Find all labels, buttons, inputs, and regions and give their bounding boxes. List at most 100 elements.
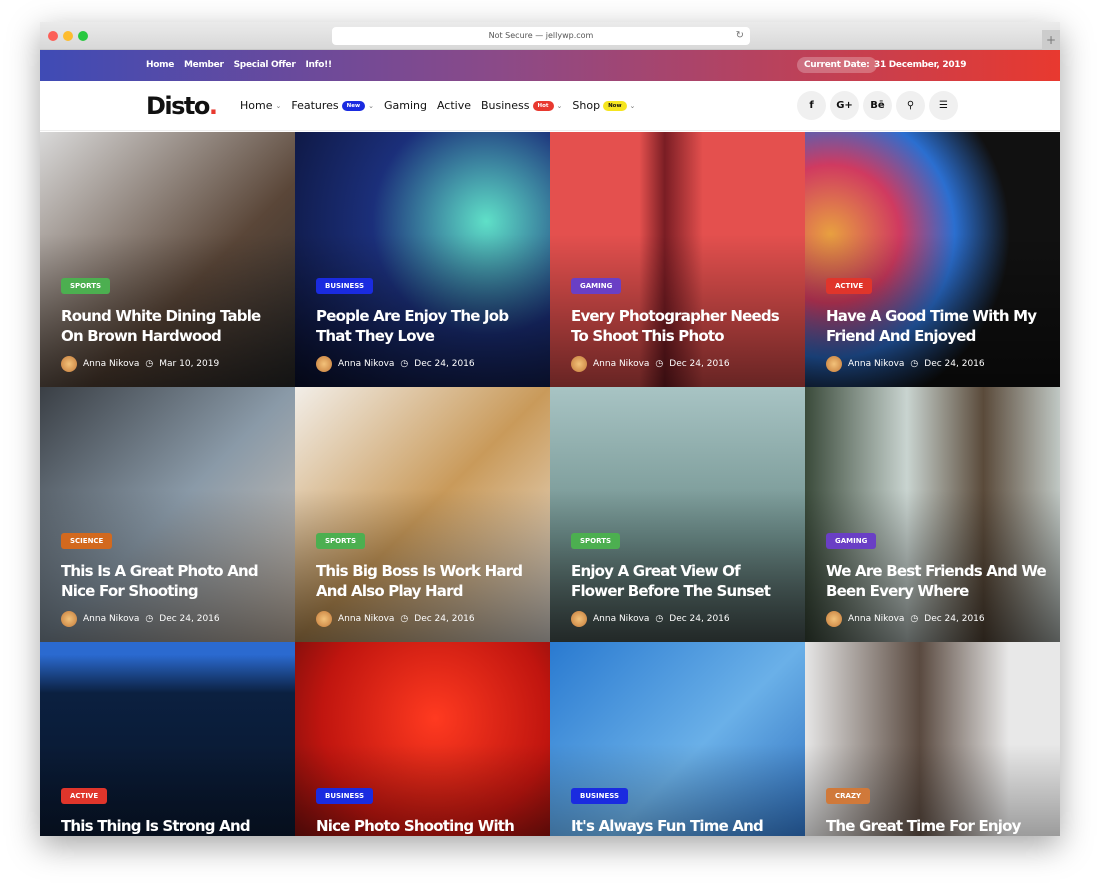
nav-label: Shop [572,99,601,112]
nav-item-business[interactable]: Business Hot ⌄ [481,99,562,112]
post-card[interactable]: BUSINESS Nice Photo Shooting With Hand Cl… [295,642,550,836]
category-badge[interactable]: SPORTS [571,533,621,549]
post-meta: Anna Nikova ◷ Dec 24, 2016 [61,611,283,627]
facebook-icon: f [809,100,814,111]
category-badge[interactable]: GAMING [571,278,622,294]
author-name[interactable]: Anna Nikova [848,614,904,624]
new-tab-button[interactable]: + [1042,30,1060,50]
post-meta: Anna Nikova ◷ Dec 24, 2016 [571,356,793,372]
post-card[interactable]: ACTIVE This Thing Is Strong And Make Your… [40,642,295,836]
category-badge[interactable]: CRAZY [826,788,871,804]
post-title[interactable]: Every Photographer Needs To Shoot This P… [571,306,793,346]
reload-icon[interactable]: ↻ [736,27,744,45]
site-header: Disto. Home ⌄ Features New ⌄ Gaming Active Busi… [40,81,1060,131]
nav-label: Features [291,99,339,112]
author-name[interactable]: Anna Nikova [83,359,139,369]
post-card[interactable]: BUSINESS People Are Enjoy The Job That Th… [295,132,550,387]
category-badge[interactable]: BUSINESS [316,788,374,804]
category-badge[interactable]: ACTIVE [61,788,108,804]
post-meta: Anna Nikova ◷ Dec 24, 2016 [571,611,793,627]
post-card[interactable]: SPORTS Round White Dining Table On Brown … [40,132,295,387]
category-badge[interactable]: SCIENCE [61,533,113,549]
chevron-down-icon: ⌄ [629,101,636,110]
menu-icon: ☰ [939,100,948,111]
address-bar[interactable]: Not Secure — jellywp.com ↻ [332,27,750,45]
category-badge[interactable]: BUSINESS [571,788,629,804]
post-content: ACTIVE Have A Good Time With My Friend An… [826,273,1048,372]
category-badge[interactable]: ACTIVE [826,278,873,294]
post-card[interactable]: GAMING Every Photographer Needs To Shoot … [550,132,805,387]
search-button[interactable]: ⚲ [896,91,925,120]
top-link[interactable]: Home [146,60,174,70]
post-title[interactable]: The Great Time For Enjoy City View On Mo… [826,816,1048,836]
author-name[interactable]: Anna Nikova [593,614,649,624]
post-grid: SPORTS Round White Dining Table On Brown … [40,132,1060,836]
post-card[interactable]: GAMING We Are Best Friends And We Been Ev… [805,387,1060,642]
close-window-button[interactable] [48,31,58,41]
post-date: Dec 24, 2016 [924,359,985,369]
category-badge[interactable]: SPORTS [61,278,111,294]
post-title[interactable]: It's Always Fun Time And Smile In The Su… [571,816,793,836]
author-name[interactable]: Anna Nikova [83,614,139,624]
site-logo[interactable]: Disto. [146,92,218,120]
clock-icon: ◷ [400,359,409,369]
post-meta: Anna Nikova ◷ Mar 10, 2019 [61,356,283,372]
post-title[interactable]: Enjoy A Great View Of Flower Before The … [571,561,793,601]
category-badge[interactable]: GAMING [826,533,877,549]
main-nav: Home ⌄ Features New ⌄ Gaming Active Business Hot… [240,99,635,112]
post-meta: Anna Nikova ◷ Dec 24, 2016 [316,356,538,372]
top-link[interactable]: Info!! [306,60,333,70]
minimize-window-button[interactable] [63,31,73,41]
maximize-window-button[interactable] [78,31,88,41]
post-content: SCIENCE This Is A Great Photo And Nice Fo… [61,528,283,627]
nav-item-active[interactable]: Active [437,99,471,112]
author-name[interactable]: Anna Nikova [338,614,394,624]
post-title[interactable]: This Thing Is Strong And Make Your Job G… [61,816,283,836]
post-card[interactable]: CRAZY The Great Time For Enjoy City View … [805,642,1060,836]
nav-badge: New [341,100,366,111]
post-card[interactable]: ACTIVE Have A Good Time With My Friend An… [805,132,1060,387]
category-badge[interactable]: SPORTS [316,533,366,549]
top-link[interactable]: Special Offer [234,60,296,70]
post-title[interactable]: Round White Dining Table On Brown Hardwo… [61,306,283,346]
post-card[interactable]: SPORTS Enjoy A Great View Of Flower Befor… [550,387,805,642]
post-date: Dec 24, 2016 [159,614,220,624]
url-text: Not Secure — jellywp.com [488,31,594,40]
author-name[interactable]: Anna Nikova [848,359,904,369]
nav-item-gaming[interactable]: Gaming [384,99,427,112]
nav-item-home[interactable]: Home ⌄ [240,99,281,112]
menu-button[interactable]: ☰ [929,91,958,120]
post-content: GAMING We Are Best Friends And We Been Ev… [826,528,1048,627]
post-title[interactable]: People Are Enjoy The Job That They Love [316,306,538,346]
post-card[interactable]: SPORTS This Big Boss Is Work Hard And Als… [295,387,550,642]
post-title[interactable]: This Big Boss Is Work Hard And Also Play… [316,561,538,601]
nav-item-features[interactable]: Features New ⌄ [291,99,374,112]
facebook-button[interactable]: f [797,91,826,120]
post-title[interactable]: Nice Photo Shooting With Hand Classic St… [316,816,538,836]
clock-icon: ◷ [655,359,664,369]
author-name[interactable]: Anna Nikova [338,359,394,369]
author-name[interactable]: Anna Nikova [593,359,649,369]
post-date: Dec 24, 2016 [669,614,730,624]
post-card[interactable]: SCIENCE This Is A Great Photo And Nice Fo… [40,387,295,642]
post-meta: Anna Nikova ◷ Dec 24, 2016 [316,611,538,627]
top-bar: Home Member Special Offer Info!! Current Da… [40,50,1060,81]
nav-label: Gaming [383,99,427,112]
post-title[interactable]: We Are Best Friends And We Been Every Wh… [826,561,1048,601]
category-badge[interactable]: BUSINESS [316,278,374,294]
post-title[interactable]: Have A Good Time With My Friend And Enjo… [826,306,1048,346]
browser-window: Not Secure — jellywp.com ↻ + Home Member Sp… [40,22,1060,836]
behance-button[interactable]: Bē [863,91,892,120]
post-content: BUSINESS Nice Photo Shooting With Hand Cl… [316,783,538,836]
top-link[interactable]: Member [184,60,224,70]
google-plus-button[interactable]: G+ [830,91,859,120]
nav-label: Active [436,99,471,112]
nav-item-shop[interactable]: Shop Now ⌄ [572,99,635,112]
search-icon: ⚲ [906,100,915,111]
post-title[interactable]: This Is A Great Photo And Nice For Shoot… [61,561,283,601]
post-date: Dec 24, 2016 [669,359,730,369]
post-card[interactable]: BUSINESS It's Always Fun Time And Smile I… [550,642,805,836]
avatar [61,356,77,372]
post-date: Dec 24, 2016 [414,614,475,624]
avatar [316,356,332,372]
